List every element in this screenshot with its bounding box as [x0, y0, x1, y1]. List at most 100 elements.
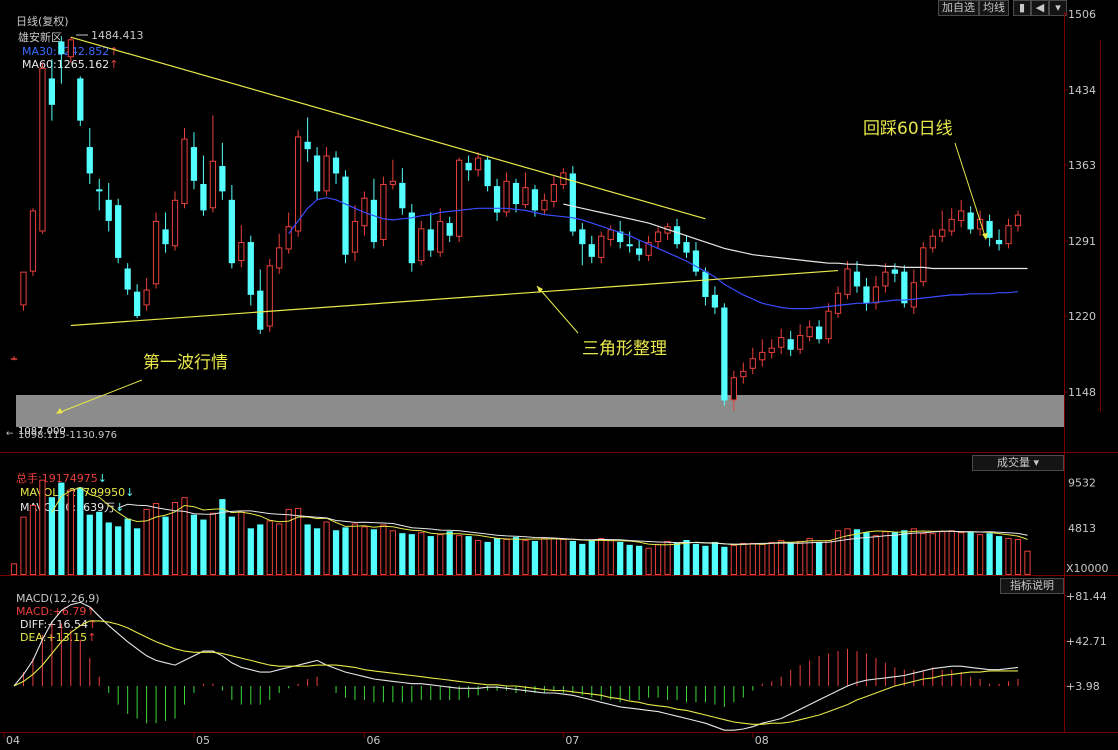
- candle-body: [853, 271, 861, 287]
- play-arrow-icon[interactable]: ◀: [1031, 0, 1049, 16]
- volume-tick-label: 4813: [1068, 522, 1096, 535]
- side-toggle-button[interactable]: ▮: [1013, 0, 1031, 16]
- ma-lines-button[interactable]: 均线: [979, 0, 1009, 16]
- candle: [872, 275, 880, 310]
- dea-value: +13.15: [46, 631, 88, 644]
- volume-bar: [493, 538, 501, 575]
- price-tick-label: 1148: [1068, 386, 1096, 399]
- candle-body: [645, 242, 652, 256]
- price-tick-label: 1434: [1068, 84, 1096, 97]
- candle-body: [607, 229, 614, 240]
- candle-body: [276, 247, 283, 269]
- volume-bar: [844, 528, 851, 575]
- candle-body: [115, 205, 122, 258]
- candle-body: [768, 347, 775, 353]
- volume-bar: [512, 537, 520, 575]
- gap-rect: [16, 395, 1064, 427]
- candle: [967, 206, 974, 234]
- candle-body: [815, 326, 823, 340]
- candle-body: [96, 189, 103, 192]
- candle: [1014, 210, 1022, 232]
- candle: [683, 235, 690, 258]
- candle: [844, 261, 851, 300]
- trend-line: [70, 269, 839, 327]
- volume-bar: [266, 520, 273, 576]
- volume-bar: [711, 541, 719, 575]
- annotations: 1484.413← 1087.0001098.115-1130.976三角形整理第…: [6, 29, 988, 441]
- volume-bar: [522, 539, 529, 575]
- volume-bar: [503, 539, 510, 576]
- volume-bar: [474, 539, 482, 575]
- candle: [361, 191, 368, 236]
- volume-bar: [664, 540, 671, 575]
- candle-body: [304, 141, 311, 150]
- volume-bar: [550, 538, 558, 576]
- ma60-line: [563, 203, 1028, 270]
- candle: [446, 216, 453, 243]
- volume-bar: [721, 546, 728, 575]
- candle-body: [569, 173, 576, 232]
- trend-lines: [70, 36, 839, 327]
- candle-body: [77, 78, 84, 121]
- volume-bars: 9532 4813: [10, 476, 1096, 576]
- x-tick-label: 05: [196, 734, 210, 747]
- candle: [692, 242, 700, 276]
- volume-type-select[interactable]: 成交量 ▾: [972, 455, 1064, 471]
- candle-body: [995, 239, 1003, 245]
- indicator-help-button[interactable]: 指标说明: [1000, 578, 1064, 594]
- volume-bar: [560, 539, 567, 576]
- candle-body: [702, 271, 709, 297]
- volume-bar: [825, 539, 832, 575]
- candle-body: [257, 290, 264, 330]
- volume-bar: [10, 563, 18, 575]
- macd-label: MACD:: [16, 605, 53, 618]
- candle-body: [493, 186, 501, 213]
- volume-bar: [976, 534, 984, 575]
- add-watchlist-button[interactable]: 加自选: [938, 0, 979, 16]
- candle-body: [285, 226, 292, 250]
- chart-canvas[interactable]: 150614341363129112201148 1484.413← 1087.0…: [0, 0, 1118, 750]
- candle: [162, 212, 169, 253]
- candle-body: [512, 182, 520, 205]
- candle: [266, 258, 273, 332]
- candle-body: [228, 199, 235, 264]
- candle: [247, 235, 254, 306]
- volume-bar: [598, 538, 605, 576]
- dea-label: DEA:: [20, 631, 47, 644]
- volume-type-label: 成交量: [996, 456, 1030, 469]
- candle-body: [929, 235, 936, 249]
- candle: [181, 128, 188, 209]
- volume-bar: [313, 528, 321, 575]
- candle-body: [361, 197, 368, 227]
- candle: [787, 330, 794, 357]
- candle-body: [692, 250, 700, 272]
- volume-bar: [247, 528, 254, 575]
- candle: [20, 271, 27, 311]
- candle-body: [323, 155, 330, 192]
- candle-body: [370, 199, 378, 243]
- kline-chart[interactable]: 日线(复权) 雄安新区 MA30:1242.852↑ MA60:1265.162…: [0, 0, 1118, 750]
- candle-body: [418, 228, 425, 262]
- price-tick-label: 1220: [1068, 310, 1096, 323]
- candle: [134, 284, 141, 319]
- volume-bar: [541, 538, 548, 576]
- candle: [456, 157, 463, 243]
- candle-body: [456, 159, 463, 237]
- x-axis: 04 05 06 07 08: [3, 732, 769, 747]
- triangle-arrow: [536, 285, 579, 334]
- triangle-annotation: 三角形整理: [582, 339, 667, 359]
- volume-bar: [370, 529, 378, 575]
- volume-bar: [162, 516, 169, 575]
- volume-bar: [673, 542, 681, 575]
- candle-body: [86, 147, 93, 174]
- volume-bar: [617, 541, 624, 575]
- volume-bar: [285, 508, 292, 576]
- candle: [29, 208, 37, 276]
- candle-body: [171, 199, 179, 247]
- trend-line: [70, 36, 706, 220]
- mavol30-value: 3639万: [76, 501, 116, 514]
- low-price-label: 1087.000: [18, 426, 66, 437]
- candle: [673, 218, 681, 249]
- collapse-icon[interactable]: ▾: [1049, 0, 1067, 16]
- candle: [749, 347, 756, 375]
